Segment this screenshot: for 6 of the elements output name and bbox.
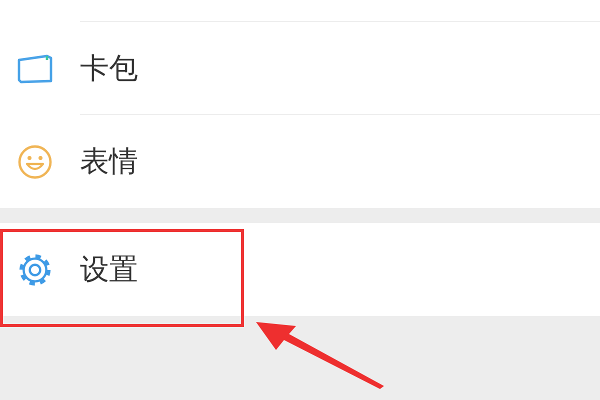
menu-item-label[interactable]: 卡包 [80, 48, 138, 88]
menu-item-label[interactable]: 表情 [80, 142, 138, 182]
menu-item-label[interactable]: 设置 [80, 250, 138, 290]
smiley-icon [17, 144, 53, 180]
settings-icon [17, 252, 53, 286]
wallet-icon [17, 54, 53, 84]
